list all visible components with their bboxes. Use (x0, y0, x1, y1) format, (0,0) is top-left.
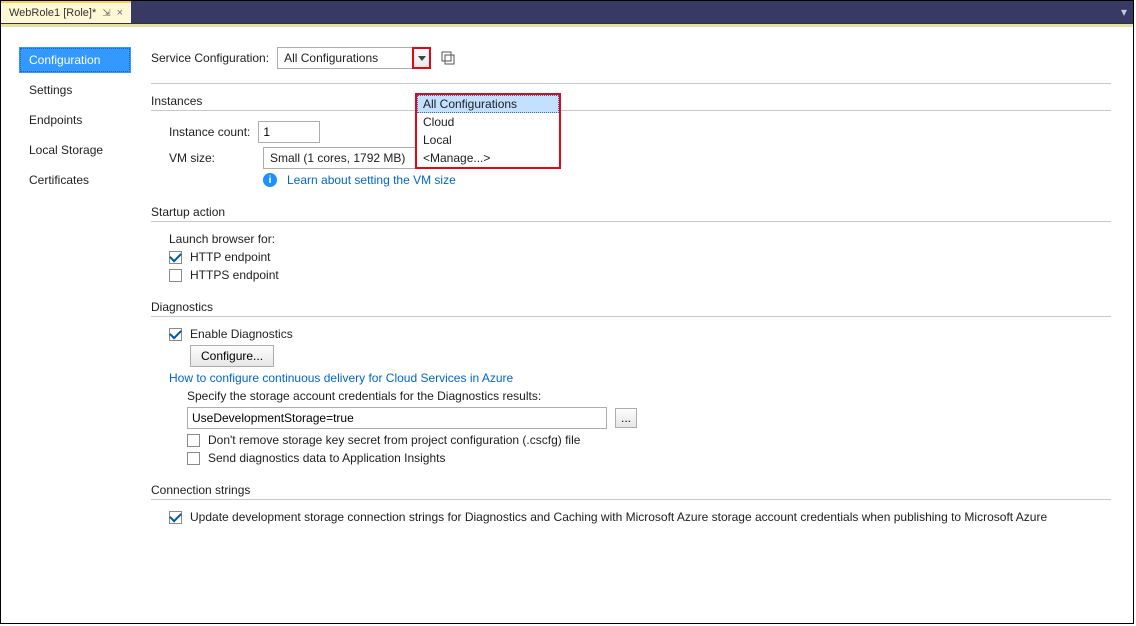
enable-diagnostics-checkbox[interactable] (169, 328, 182, 341)
pin-icon[interactable]: ⇲ (102, 8, 110, 19)
sidebar-item-settings[interactable]: Settings (19, 77, 131, 103)
tabstrip-overflow-icon[interactable]: ▾ (1115, 1, 1133, 23)
section-divider (151, 316, 1111, 317)
document-tab-webrole1[interactable]: WebRole1 [Role]* ⇲ × (1, 1, 131, 23)
update-conn-checkbox[interactable] (169, 511, 182, 524)
close-icon[interactable]: × (117, 7, 123, 19)
editor-body: Configuration Settings Endpoints Local S… (1, 26, 1133, 623)
sidebar-item-configuration[interactable]: Configuration (19, 47, 131, 73)
info-icon: i (263, 173, 277, 187)
enable-diagnostics-label: Enable Diagnostics (190, 327, 293, 341)
update-conn-label: Update development storage connection st… (190, 510, 1047, 524)
storage-conn-input[interactable] (187, 407, 607, 429)
https-endpoint-row: HTTPS endpoint (169, 268, 1111, 282)
sidebar-item-certificates[interactable]: Certificates (19, 167, 131, 193)
sidebar-item-local-storage[interactable]: Local Storage (19, 137, 131, 163)
service-config-option-cloud[interactable]: Cloud (417, 113, 559, 131)
cd-link-row: How to configure continuous delivery for… (169, 371, 1111, 385)
service-config-row: Service Configuration: All Configuration… (151, 47, 1111, 69)
dont-remove-row: Don't remove storage key secret from pro… (187, 433, 1111, 447)
service-config-option-manage[interactable]: <Manage...> (417, 149, 559, 167)
vm-learn-link[interactable]: Learn about setting the VM size (287, 173, 456, 187)
page-navigator: Configuration Settings Endpoints Local S… (1, 27, 131, 623)
chevron-down-icon[interactable] (413, 48, 430, 68)
vm-size-value: Small (1 cores, 1792 MB) (270, 151, 405, 165)
vm-size-combo[interactable]: Small (1 cores, 1792 MB) (263, 147, 439, 169)
specify-storage-label: Specify the storage account credentials … (187, 389, 1111, 403)
section-divider (151, 221, 1111, 222)
tabstrip-spacer (131, 1, 1115, 23)
https-endpoint-label: HTTPS endpoint (190, 268, 279, 282)
instance-count-input[interactable] (258, 121, 320, 143)
instance-count-label: Instance count: (169, 125, 250, 139)
enable-diagnostics-row: Enable Diagnostics (169, 327, 1111, 341)
https-endpoint-checkbox[interactable] (169, 269, 182, 282)
conn-strings-title: Connection strings (151, 483, 1111, 497)
http-endpoint-row: HTTP endpoint (169, 250, 1111, 264)
instances-title: Instances (151, 94, 1111, 108)
continuous-delivery-link[interactable]: How to configure continuous delivery for… (169, 371, 513, 385)
storage-browse-button[interactable]: ... (615, 408, 637, 428)
service-config-value: All Configurations (284, 51, 378, 65)
service-config-dropdown: All Configurations Cloud Local <Manage..… (415, 93, 561, 169)
http-endpoint-checkbox[interactable] (169, 251, 182, 264)
sidebar-item-endpoints[interactable]: Endpoints (19, 107, 131, 133)
section-divider (151, 499, 1111, 500)
manage-configs-icon[interactable] (439, 49, 457, 67)
role-properties-window: WebRole1 [Role]* ⇲ × ▾ Configuration Set… (0, 0, 1134, 624)
instance-count-row: Instance count: (169, 121, 1111, 143)
dont-remove-label: Don't remove storage key secret from pro… (208, 433, 580, 447)
vm-learn-row: i Learn about setting the VM size (263, 173, 1111, 187)
section-divider (151, 110, 1111, 111)
dont-remove-checkbox[interactable] (187, 434, 200, 447)
service-config-option-all[interactable]: All Configurations (417, 95, 559, 113)
section-divider (151, 83, 1111, 84)
launch-browser-label: Launch browser for: (169, 232, 1111, 246)
document-tabstrip: WebRole1 [Role]* ⇲ × ▾ (1, 1, 1133, 24)
service-config-option-local[interactable]: Local (417, 131, 559, 149)
configure-button[interactable]: Configure... (190, 345, 274, 367)
app-insights-row: Send diagnostics data to Application Ins… (187, 451, 1111, 465)
storage-conn-row: ... (187, 407, 1111, 429)
service-config-combo[interactable]: All Configurations (277, 47, 431, 69)
diagnostics-title: Diagnostics (151, 300, 1111, 314)
app-insights-label: Send diagnostics data to Application Ins… (208, 451, 446, 465)
document-tab-title: WebRole1 [Role]* (9, 7, 96, 19)
configuration-page: Service Configuration: All Configuration… (131, 27, 1133, 623)
service-config-label: Service Configuration: (151, 51, 269, 65)
configure-row: Configure... (169, 345, 1111, 367)
vm-size-row: VM size: Small (1 cores, 1792 MB) (169, 147, 1111, 169)
http-endpoint-label: HTTP endpoint (190, 250, 271, 264)
update-conn-row: Update development storage connection st… (169, 510, 1111, 524)
app-insights-checkbox[interactable] (187, 452, 200, 465)
startup-title: Startup action (151, 205, 1111, 219)
vm-size-label: VM size: (169, 151, 255, 165)
